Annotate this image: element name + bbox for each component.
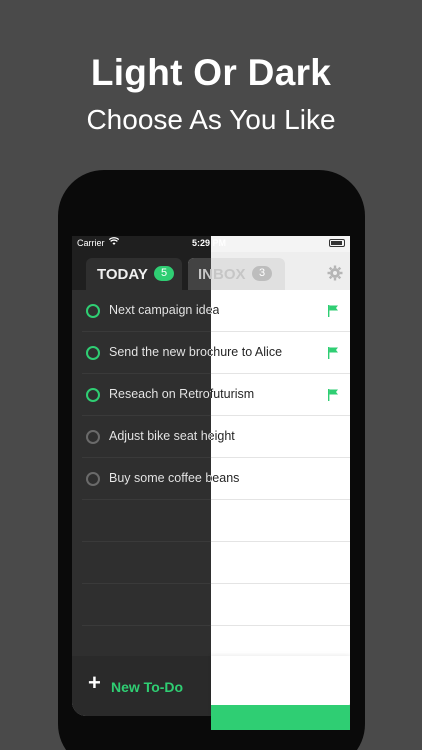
task-title: Send the new brochure to Alice [109,345,283,359]
task-title: Next campaign idea [109,303,220,317]
task-row[interactable]: Reseach on Retrofuturism [72,374,350,416]
flag-icon[interactable] [328,305,338,317]
gear-icon[interactable] [327,265,343,281]
inbox-count-badge: 3 [252,266,272,281]
status-time: 5:29 PM [192,238,227,248]
plus-icon[interactable]: + [88,672,101,694]
empty-row [72,584,350,626]
empty-row [72,500,350,542]
task-checkbox[interactable] [86,346,100,360]
promo-headline: Light Or Dark [90,52,332,93]
task-title: Reseach on Retrofuturism [109,387,255,401]
new-todo-button[interactable]: New To-Do [111,679,183,695]
promo-subheadline: Choose As You Like [86,104,336,135]
flag-icon[interactable] [328,347,338,359]
task-row[interactable]: Send the new brochure to Alice [72,332,350,374]
task-title: Buy some coffee beans [109,471,240,485]
accent-strip [211,705,350,730]
flag-icon[interactable] [328,389,338,401]
task-row[interactable]: Next campaign idea [72,290,350,332]
app-screen: Carrier 5:29 PM TODAY 5 INBOX 3 Next cam… [72,236,350,716]
task-row[interactable]: Buy some coffee beans [72,458,350,500]
task-checkbox[interactable] [86,388,100,402]
task-title: Adjust bike seat height [109,429,235,443]
wifi-icon [108,237,120,248]
empty-row [72,542,350,584]
status-bar: Carrier 5:29 PM [72,236,350,252]
task-checkbox[interactable] [86,304,100,318]
task-checkbox[interactable] [86,430,100,444]
task-checkbox[interactable] [86,472,100,486]
tab-inbox-label[interactable]: INBOX [198,266,246,283]
today-count-badge: 5 [154,266,174,281]
battery-icon [329,239,345,247]
tab-today-label[interactable]: TODAY [97,266,148,283]
carrier-label: Carrier [77,238,105,248]
task-row[interactable]: Adjust bike seat height [72,416,350,458]
